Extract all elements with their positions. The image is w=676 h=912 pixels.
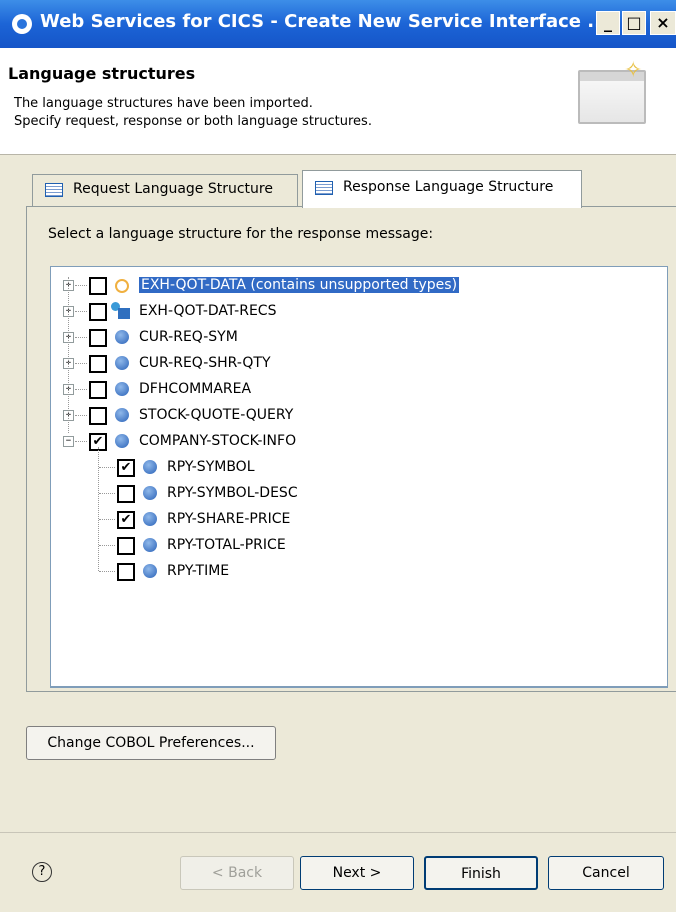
tree-connector bbox=[75, 415, 87, 416]
checkbox[interactable]: ✔ bbox=[117, 459, 135, 477]
tree-connector bbox=[99, 519, 115, 520]
tree-connector bbox=[98, 447, 99, 571]
tree-item-label: CUR-REQ-SHR-QTY bbox=[139, 355, 271, 371]
checkbox[interactable] bbox=[89, 303, 107, 321]
empty-circle-icon bbox=[115, 279, 129, 293]
tree-item-label: DFHCOMMAREA bbox=[139, 381, 252, 397]
checkbox[interactable] bbox=[89, 329, 107, 347]
tree-item-label: RPY-TIME bbox=[167, 563, 230, 579]
tree-item-label: COMPANY-STOCK-INFO bbox=[139, 433, 297, 449]
tree-item-label: EXH-QOT-DAT-RECS bbox=[139, 303, 277, 319]
tree-connector bbox=[99, 571, 115, 572]
tree-item-label: RPY-SYMBOL bbox=[167, 459, 255, 475]
divider bbox=[0, 832, 676, 833]
tree-connector bbox=[75, 441, 87, 442]
tree-connector bbox=[75, 389, 87, 390]
selection-prompt: Select a language structure for the resp… bbox=[48, 226, 434, 242]
tab-label: Request Language Structure bbox=[73, 181, 273, 197]
page-description-line2: Specify request, response or both langua… bbox=[14, 114, 372, 129]
tree-connector bbox=[99, 467, 115, 468]
field-icon bbox=[143, 564, 157, 578]
checkbox[interactable] bbox=[117, 485, 135, 503]
wizard-header: Language structures The language structu… bbox=[0, 48, 676, 155]
field-icon bbox=[143, 512, 157, 526]
records-icon-part bbox=[118, 308, 130, 319]
finish-button[interactable]: Finish bbox=[424, 856, 538, 890]
tree-connector bbox=[68, 277, 69, 433]
field-icon bbox=[115, 408, 129, 422]
cancel-button[interactable]: Cancel bbox=[548, 856, 664, 890]
checkbox[interactable] bbox=[117, 537, 135, 555]
field-icon bbox=[143, 460, 157, 474]
help-icon[interactable]: ? bbox=[32, 862, 52, 882]
tree-item-label: STOCK-QUOTE-QUERY bbox=[139, 407, 294, 423]
tab-response-language-structure[interactable]: Response Language Structure bbox=[302, 170, 582, 208]
tree-connector bbox=[99, 545, 115, 546]
field-icon bbox=[115, 356, 129, 370]
page-title: Language structures bbox=[8, 64, 196, 83]
field-icon bbox=[115, 434, 129, 448]
table-icon bbox=[45, 183, 63, 197]
tree-row[interactable]: + CUR-REQ-SYM bbox=[51, 325, 661, 351]
title-bar: Web Services for CICS - Create New Servi… bbox=[0, 0, 676, 48]
checkbox[interactable] bbox=[89, 355, 107, 373]
tree-row[interactable]: RPY-TOTAL-PRICE bbox=[51, 533, 661, 559]
close-button[interactable]: × bbox=[650, 11, 676, 35]
next-button[interactable]: Next > bbox=[300, 856, 414, 890]
tree-connector bbox=[75, 285, 87, 286]
tree-row[interactable]: + DFHCOMMAREA bbox=[51, 377, 661, 403]
maximize-button[interactable]: □ bbox=[622, 11, 646, 35]
language-structure-tree[interactable]: + EXH-QOT-DATA (contains unsupported type… bbox=[50, 266, 668, 688]
minimize-button[interactable]: _ bbox=[596, 11, 620, 35]
tab-label: Response Language Structure bbox=[343, 179, 554, 195]
tree-row[interactable]: ✔ RPY-SYMBOL bbox=[51, 455, 661, 481]
window-title: Web Services for CICS - Create New Servi… bbox=[40, 11, 608, 32]
tree-row[interactable]: ✔ RPY-SHARE-PRICE bbox=[51, 507, 661, 533]
tree-row[interactable]: + CUR-REQ-SHR-QTY bbox=[51, 351, 661, 377]
field-icon bbox=[143, 486, 157, 500]
sparkle-icon: ✧ bbox=[624, 58, 643, 83]
tree-row[interactable]: + EXH-QOT-DATA (contains unsupported type… bbox=[51, 273, 661, 299]
page-description-line1: The language structures have been import… bbox=[14, 96, 313, 111]
checkbox[interactable] bbox=[89, 407, 107, 425]
collapse-icon[interactable]: − bbox=[63, 436, 74, 447]
tab-request-language-structure[interactable]: Request Language Structure bbox=[32, 174, 298, 206]
checkbox[interactable]: ✔ bbox=[117, 511, 135, 529]
tree-row[interactable]: RPY-TIME bbox=[51, 559, 661, 585]
checkbox[interactable] bbox=[89, 381, 107, 399]
tree-row[interactable]: − ✔ COMPANY-STOCK-INFO bbox=[51, 429, 661, 455]
change-cobol-preferences-button[interactable]: Change COBOL Preferences... bbox=[26, 726, 276, 760]
checkbox[interactable] bbox=[117, 563, 135, 581]
tree-row[interactable]: RPY-SYMBOL-DESC bbox=[51, 481, 661, 507]
tree-item-label: RPY-SHARE-PRICE bbox=[167, 511, 291, 527]
checkbox[interactable] bbox=[89, 277, 107, 295]
tree-item-label: RPY-TOTAL-PRICE bbox=[167, 537, 286, 553]
tree-item-label: CUR-REQ-SYM bbox=[139, 329, 238, 345]
field-icon bbox=[143, 538, 157, 552]
tree-connector bbox=[75, 363, 87, 364]
tree-connector bbox=[99, 493, 115, 494]
app-icon bbox=[12, 14, 32, 34]
table-icon bbox=[315, 181, 333, 195]
field-icon bbox=[115, 382, 129, 396]
tree-connector bbox=[75, 311, 87, 312]
back-button[interactable]: < Back bbox=[180, 856, 294, 890]
tree-item-label: RPY-SYMBOL-DESC bbox=[167, 485, 298, 501]
tree-item-label: EXH-QOT-DATA (contains unsupported types… bbox=[139, 277, 460, 293]
tree-row[interactable]: + EXH-QOT-DAT-RECS bbox=[51, 299, 661, 325]
tree-row[interactable]: + STOCK-QUOTE-QUERY bbox=[51, 403, 661, 429]
tree-connector bbox=[75, 337, 87, 338]
field-icon bbox=[115, 330, 129, 344]
records-icon bbox=[111, 302, 130, 320]
